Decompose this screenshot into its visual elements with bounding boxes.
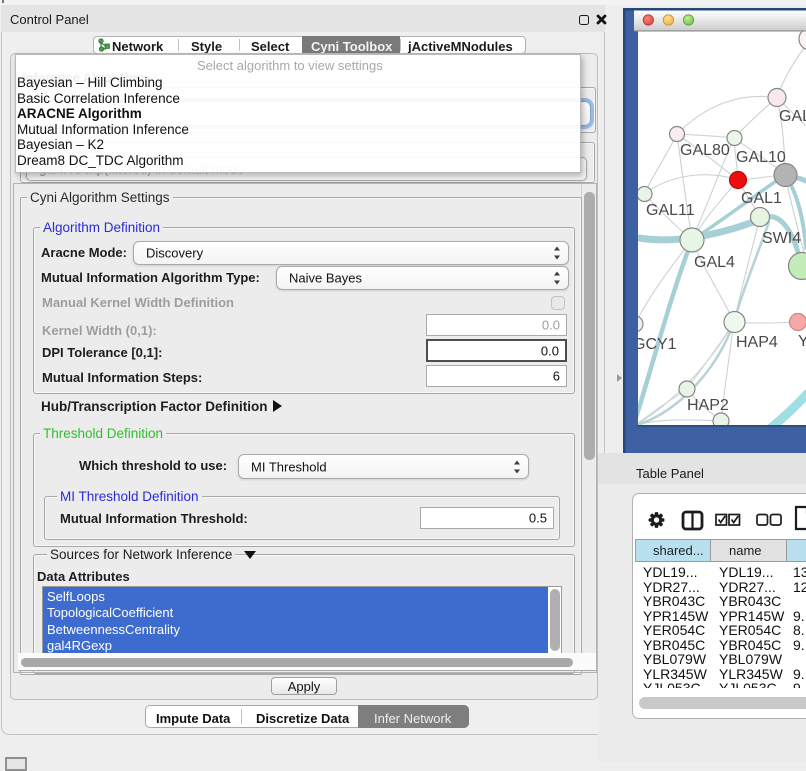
svg-text:GAL10: GAL10 xyxy=(736,149,786,166)
svg-text:GAL11: GAL11 xyxy=(646,202,695,219)
svg-text:HAP2: HAP2 xyxy=(687,397,729,414)
svg-text:GAL1: GAL1 xyxy=(741,190,782,207)
svg-text:SWI4: SWI4 xyxy=(762,230,801,247)
svg-text:Y: Y xyxy=(798,333,806,350)
svg-text:GAL4: GAL4 xyxy=(694,254,735,271)
svg-text:GAL80: GAL80 xyxy=(680,142,730,159)
svg-text:GAL7: GAL7 xyxy=(779,108,806,125)
svg-text:GCY1: GCY1 xyxy=(633,336,677,353)
svg-text:HAP4: HAP4 xyxy=(736,334,778,351)
